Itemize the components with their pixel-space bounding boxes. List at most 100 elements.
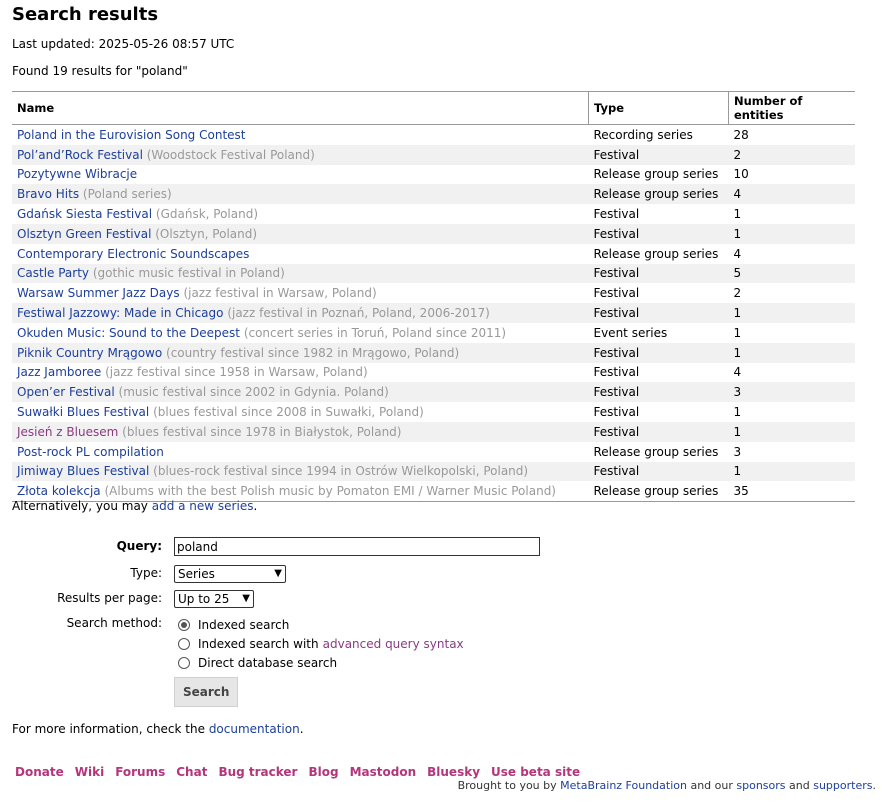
cell-count: 1 <box>733 207 742 222</box>
more-prefix: For more information, check the <box>12 722 209 736</box>
method-label: Search method: <box>66 616 162 630</box>
series-disambiguation: (blues festival since 2008 in Suwałki, P… <box>153 405 424 420</box>
series-link[interactable]: Poland in the Eurovision Song Contest <box>17 128 246 142</box>
series-disambiguation: (Poland series) <box>82 187 172 202</box>
footer-link[interactable]: Bug tracker <box>218 765 297 779</box>
cell-name: Pol’and’Rock Festival (Woodstock Festiva… <box>12 144 589 165</box>
per-page-select[interactable]: Up to 25 ▼ <box>174 590 254 608</box>
cell-type: Festival <box>593 365 640 380</box>
cell-name: Jesień z Bluesem (blues festival since 1… <box>12 421 589 442</box>
sponsors-link[interactable]: sponsors <box>736 779 785 792</box>
cell-count: 10 <box>733 167 749 182</box>
footer-link[interactable]: Chat <box>176 765 207 779</box>
cell-count: 1 <box>728 342 855 363</box>
table-row: Open’er Festival (music festival since 2… <box>12 382 855 403</box>
footer-link[interactable]: Wiki <box>75 765 104 779</box>
cell-name: Warsaw Summer Jazz Days (jazz festival i… <box>12 283 589 303</box>
query-input[interactable] <box>174 537 540 556</box>
cell-name: Festiwal Jazzowy: Made in Chicago (jazz … <box>12 303 589 323</box>
documentation-link[interactable]: documentation <box>209 722 300 736</box>
method-indexed-radio[interactable]: Indexed search <box>178 615 464 634</box>
cell-count: 2 <box>733 286 742 301</box>
chevron-down-icon: ▼ <box>274 568 282 579</box>
radio-icon <box>178 656 190 669</box>
series-disambiguation: (jazz festival in Warsaw, Poland) <box>183 286 377 301</box>
cell-name: Pozytywne Wibracje <box>12 165 589 185</box>
table-row: Post-rock PL compilation Release group se… <box>12 442 855 462</box>
table-row: Bravo Hits (Poland series) Release group … <box>12 184 855 205</box>
advanced-syntax-link[interactable]: advanced query syntax <box>323 637 464 651</box>
cell-name: Contemporary Electronic Soundscapes <box>12 244 589 264</box>
cell-type: Festival <box>588 421 729 442</box>
header-type: Type <box>588 91 729 125</box>
search-button[interactable]: Search <box>174 677 239 707</box>
series-link[interactable]: Warsaw Summer Jazz Days <box>17 286 180 300</box>
cell-type: Festival <box>593 405 640 420</box>
series-link[interactable]: Gdańsk Siesta Festival <box>17 207 152 221</box>
table-header-row: Name Type Number of entities <box>12 91 855 125</box>
series-disambiguation: (Albums with the best Polish music by Po… <box>104 484 557 499</box>
series-disambiguation: (concert series in Toruń, Poland since 2… <box>243 325 507 340</box>
supporters-link[interactable]: supporters <box>813 779 872 792</box>
table-row: Pozytywne Wibracje Release group series 10 <box>12 165 855 185</box>
series-disambiguation: (blues-rock festival since 1994 in Ostró… <box>153 464 529 479</box>
last-updated: Last updated: 2025-05-26 08:57 UTC <box>12 37 235 51</box>
footer-link[interactable]: Donate <box>15 765 64 779</box>
per-page-select-value: Up to 25 <box>178 592 230 606</box>
series-link[interactable]: Jimiway Blues Festival <box>17 464 149 478</box>
alt-suffix: . <box>253 499 258 513</box>
cell-name: Post-rock PL compilation <box>12 442 589 462</box>
cell-name: Poland in the Eurovision Song Contest <box>12 125 589 145</box>
series-disambiguation: (gothic music festival in Poland) <box>92 266 285 281</box>
footer-link[interactable]: Forums <box>115 765 165 779</box>
cell-count: 1 <box>728 303 855 323</box>
cell-type: Festival <box>588 342 729 363</box>
series-disambiguation: (Gdańsk, Poland) <box>155 207 259 222</box>
footer-link[interactable]: Mastodon <box>350 765 417 779</box>
brought-end: . <box>872 779 877 792</box>
series-link[interactable]: Open’er Festival <box>17 385 115 399</box>
cell-type: Festival <box>588 382 729 403</box>
series-link[interactable]: Olsztyn Green Festival <box>17 227 151 241</box>
method-advanced-radio[interactable]: Indexed search with advanced query synta… <box>178 634 464 653</box>
brought-to-you: Brought to you by MetaBrainz Foundation … <box>458 779 876 792</box>
footer-link[interactable]: Blog <box>308 765 338 779</box>
results-count: Found 19 results for "poland" <box>12 64 188 78</box>
cell-type: Release group series <box>593 167 719 182</box>
series-link[interactable]: Suwałki Blues Festival <box>17 405 149 419</box>
cell-count: 4 <box>733 246 742 261</box>
series-disambiguation: (music festival since 2002 in Gdynia. Po… <box>118 385 389 400</box>
series-link[interactable]: Castle Party <box>17 266 89 280</box>
table-row: Poland in the Eurovision Song Contest Rec… <box>12 125 855 145</box>
series-link[interactable]: Pozytywne Wibracje <box>17 167 137 181</box>
series-link[interactable]: Jesień z Bluesem <box>17 425 118 439</box>
footer-link[interactable]: Bluesky <box>427 765 480 779</box>
series-disambiguation: (country festival since 1982 in Mrągowo,… <box>166 345 460 360</box>
series-link[interactable]: Okuden Music: Sound to the Deepest <box>17 326 240 340</box>
type-select[interactable]: Series ▼ <box>174 565 286 583</box>
method-direct-radio[interactable]: Direct database search <box>178 653 464 672</box>
series-link[interactable]: Jazz Jamboree <box>17 365 101 379</box>
per-page-label: Results per page: <box>57 591 162 605</box>
series-link[interactable]: Festiwal Jazzowy: Made in Chicago <box>17 306 223 320</box>
table-row: Piknik Country Mrągowo (country festival… <box>12 342 855 363</box>
table-row: Suwałki Blues Festival (blues festival s… <box>12 402 855 422</box>
table-row: Festiwal Jazzowy: Made in Chicago (jazz … <box>12 303 855 323</box>
series-link[interactable]: Piknik Country Mrągowo <box>17 346 162 360</box>
cell-name: Piknik Country Mrągowo (country festival… <box>12 342 589 363</box>
series-link[interactable]: Bravo Hits <box>17 187 79 201</box>
cell-name: Okuden Music: Sound to the Deepest (conc… <box>12 323 589 343</box>
cell-count: 28 <box>733 127 749 142</box>
add-series-link[interactable]: add a new series <box>152 499 254 513</box>
cell-count: 3 <box>728 382 855 403</box>
series-link[interactable]: Złota kolekcja <box>17 484 101 498</box>
series-link[interactable]: Contemporary Electronic Soundscapes <box>17 247 249 261</box>
cell-name: Gdańsk Siesta Festival (Gdańsk, Poland) <box>12 204 589 224</box>
footer-link[interactable]: Use beta site <box>491 765 580 779</box>
cell-name: Jimiway Blues Festival (blues-rock festi… <box>12 461 589 482</box>
series-link[interactable]: Pol’and’Rock Festival <box>17 148 143 162</box>
brought-mid: and our <box>686 779 737 792</box>
metabrainz-link[interactable]: MetaBrainz Foundation <box>560 779 687 792</box>
series-link[interactable]: Post-rock PL compilation <box>17 445 164 459</box>
table-row: Jesień z Bluesem (blues festival since 1… <box>12 421 855 442</box>
